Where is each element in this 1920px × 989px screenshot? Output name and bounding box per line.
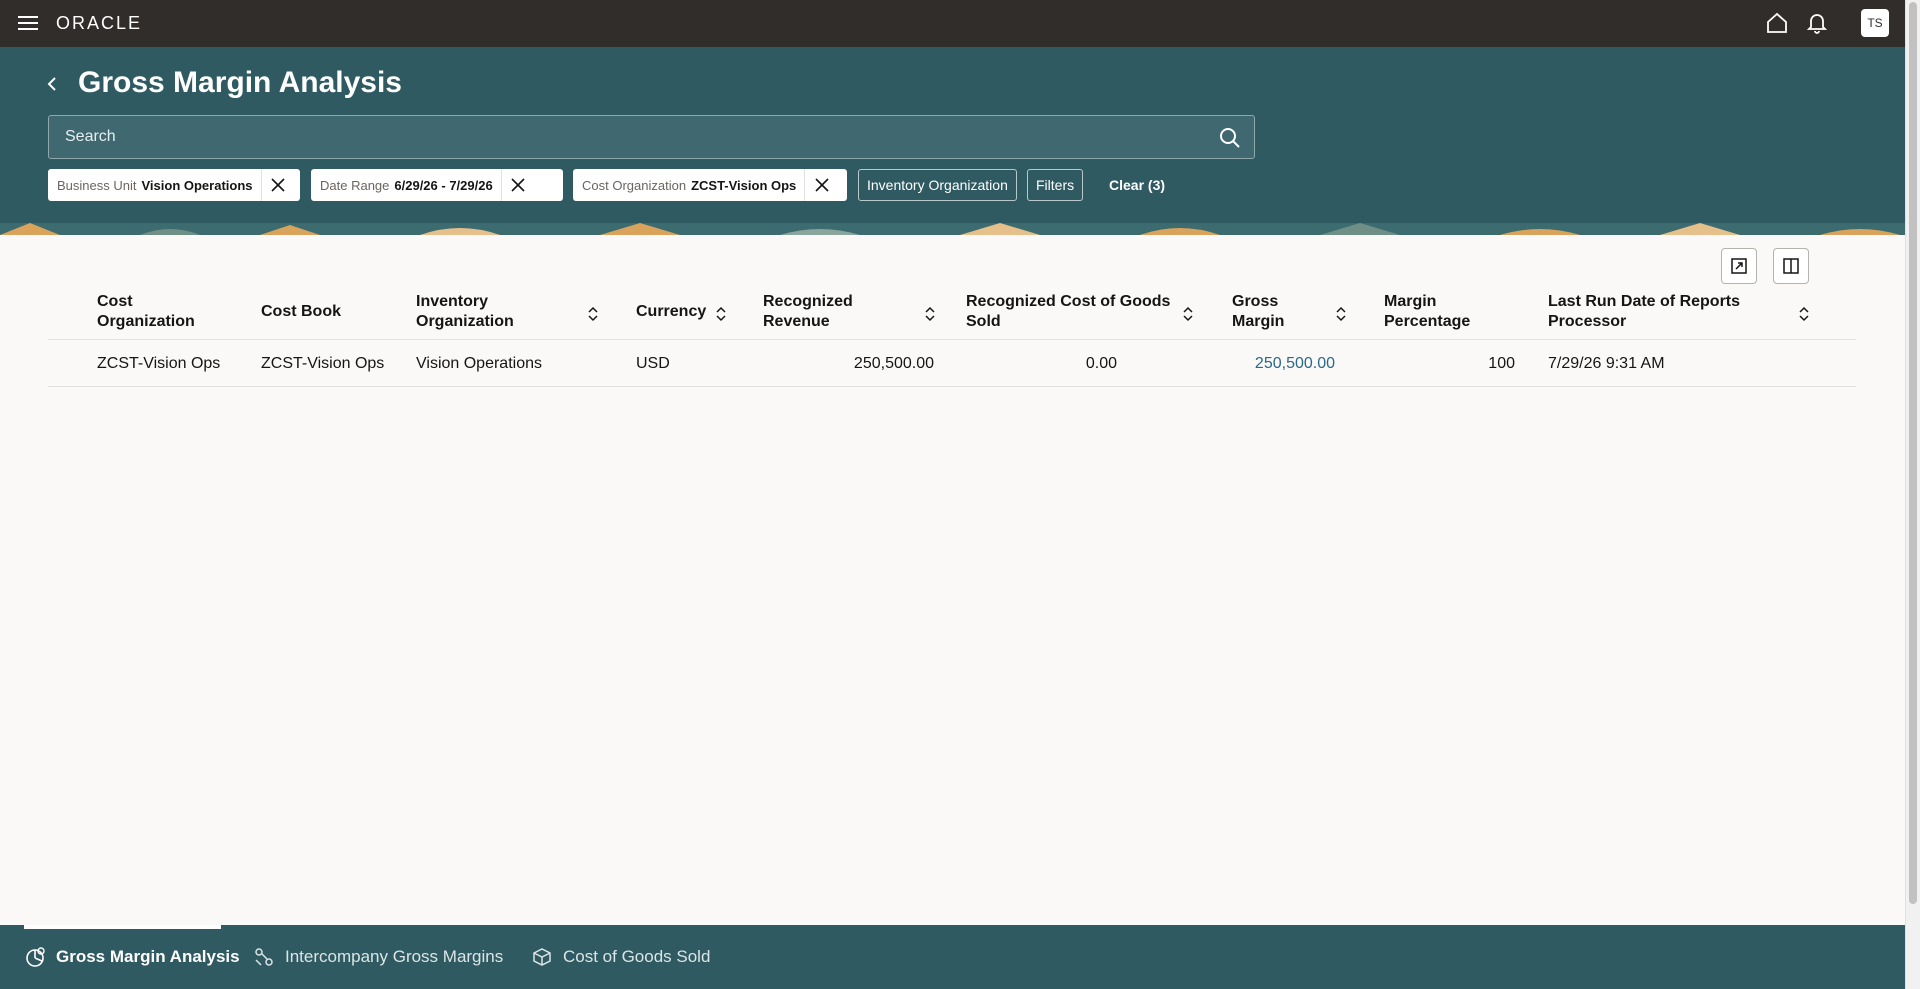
pie-chart-icon [26,947,45,967]
transfer-icon [255,948,273,966]
inventory-organization-button[interactable]: Inventory Organization [858,169,1017,201]
cell-cost-organization: ZCST-Vision Ops [97,355,221,372]
column-header-recognized-cogs[interactable]: Recognized Cost of Goods Sold [966,292,1170,332]
home-icon[interactable] [1764,10,1790,36]
close-icon[interactable] [500,169,535,201]
sort-icon[interactable] [1181,304,1195,324]
tab-label: Intercompany Gross Margins [285,947,504,966]
filter-value: 6/29/26 - 7/29/26 [394,177,493,193]
box-cost-icon [533,948,551,966]
active-tab-indicator [24,925,221,929]
export-button[interactable] [1721,248,1757,284]
cell-recognized-revenue: 250,500.00 [853,355,934,372]
filter-key: Business Unit [57,177,137,193]
sort-icon[interactable] [923,304,937,324]
sort-icon[interactable] [714,304,728,324]
search-input[interactable]: Search [48,115,1255,159]
column-header-currency[interactable]: Currency [636,302,706,322]
columns-button[interactable] [1773,248,1809,284]
column-header-inventory-organization[interactable]: Inventory Organization [416,292,514,332]
filter-value: Vision Operations [141,177,253,193]
filter-chip-cost-organization[interactable]: Cost Organization ZCST-Vision Ops [573,169,847,201]
cell-inventory-organization: Vision Operations [416,355,542,372]
table-header: Cost Organization Cost Book Inventory Orga… [48,286,1856,340]
search-icon[interactable] [1218,126,1242,150]
tab-label: Cost of Goods Sold [563,947,711,966]
filter-key: Cost Organization [582,177,687,193]
sort-icon[interactable] [586,304,600,324]
tab-label: Gross Margin Analysis [56,947,240,966]
tab-gross-margin-analysis[interactable]: Gross Margin Analysis [24,925,240,989]
column-header-recognized-revenue[interactable]: Recognized Revenue [763,292,853,332]
decorative-pattern [0,223,1905,235]
column-header-cost-organization[interactable]: Cost Organization [97,292,195,332]
cell-currency: USD [636,355,670,372]
menu-icon[interactable] [16,12,40,34]
filters-button[interactable]: Filters [1027,169,1084,201]
filter-chip-date-range[interactable]: Date Range 6/29/26 - 7/29/26 [311,169,563,201]
user-avatar[interactable]: TS [1861,9,1889,37]
column-header-gross-margin[interactable]: Gross Margin [1232,292,1284,332]
close-icon[interactable] [260,169,295,201]
cell-last-run-date: 7/29/26 9:31 AM [1548,355,1665,372]
column-header-cost-book[interactable]: Cost Book [261,302,341,322]
close-icon[interactable] [804,169,838,201]
search-placeholder: Search [65,128,116,145]
column-header-margin-percentage[interactable]: Margin Percentage [1384,292,1470,332]
export-icon [1731,258,1747,274]
table-row[interactable]: ZCST-Vision Ops ZCST-Vision Ops Vision O… [48,340,1856,387]
filter-chip-business-unit[interactable]: Business Unit Vision Operations [48,169,300,201]
back-chevron-icon[interactable] [40,72,64,96]
sort-icon[interactable] [1334,304,1348,324]
filter-key: Date Range [320,177,390,193]
oracle-logo[interactable]: ORACLE [56,13,142,34]
sort-icon[interactable] [1797,304,1811,324]
cell-margin-percentage: 100 [1488,355,1515,372]
scrollbar[interactable] [1905,0,1920,989]
tab-cost-of-goods-sold[interactable]: Cost of Goods Sold [531,925,710,989]
bell-icon[interactable] [1804,10,1830,36]
page-title: Gross Margin Analysis [78,66,402,99]
bottom-navigation: Gross Margin Analysis Intercompany Gross… [0,925,1905,989]
top-bar: ORACLE TS [0,0,1905,47]
cell-recognized-cogs: 0.00 [1085,355,1117,372]
cell-cost-book: ZCST-Vision Ops [261,355,385,372]
tab-intercompany-gross-margins[interactable]: Intercompany Gross Margins [253,925,503,989]
columns-icon [1783,258,1799,274]
clear-filters-button[interactable]: Clear (3) [1099,169,1175,201]
gross-margin-table: Cost Organization Cost Book Inventory Orga… [48,286,1856,387]
gross-margin-link[interactable]: 250,500.00 [1232,355,1335,373]
column-header-last-run-date[interactable]: Last Run Date of Reports Processor [1548,292,1740,332]
filter-value: ZCST-Vision Ops [691,177,797,193]
scroll-thumb[interactable] [1909,2,1917,904]
